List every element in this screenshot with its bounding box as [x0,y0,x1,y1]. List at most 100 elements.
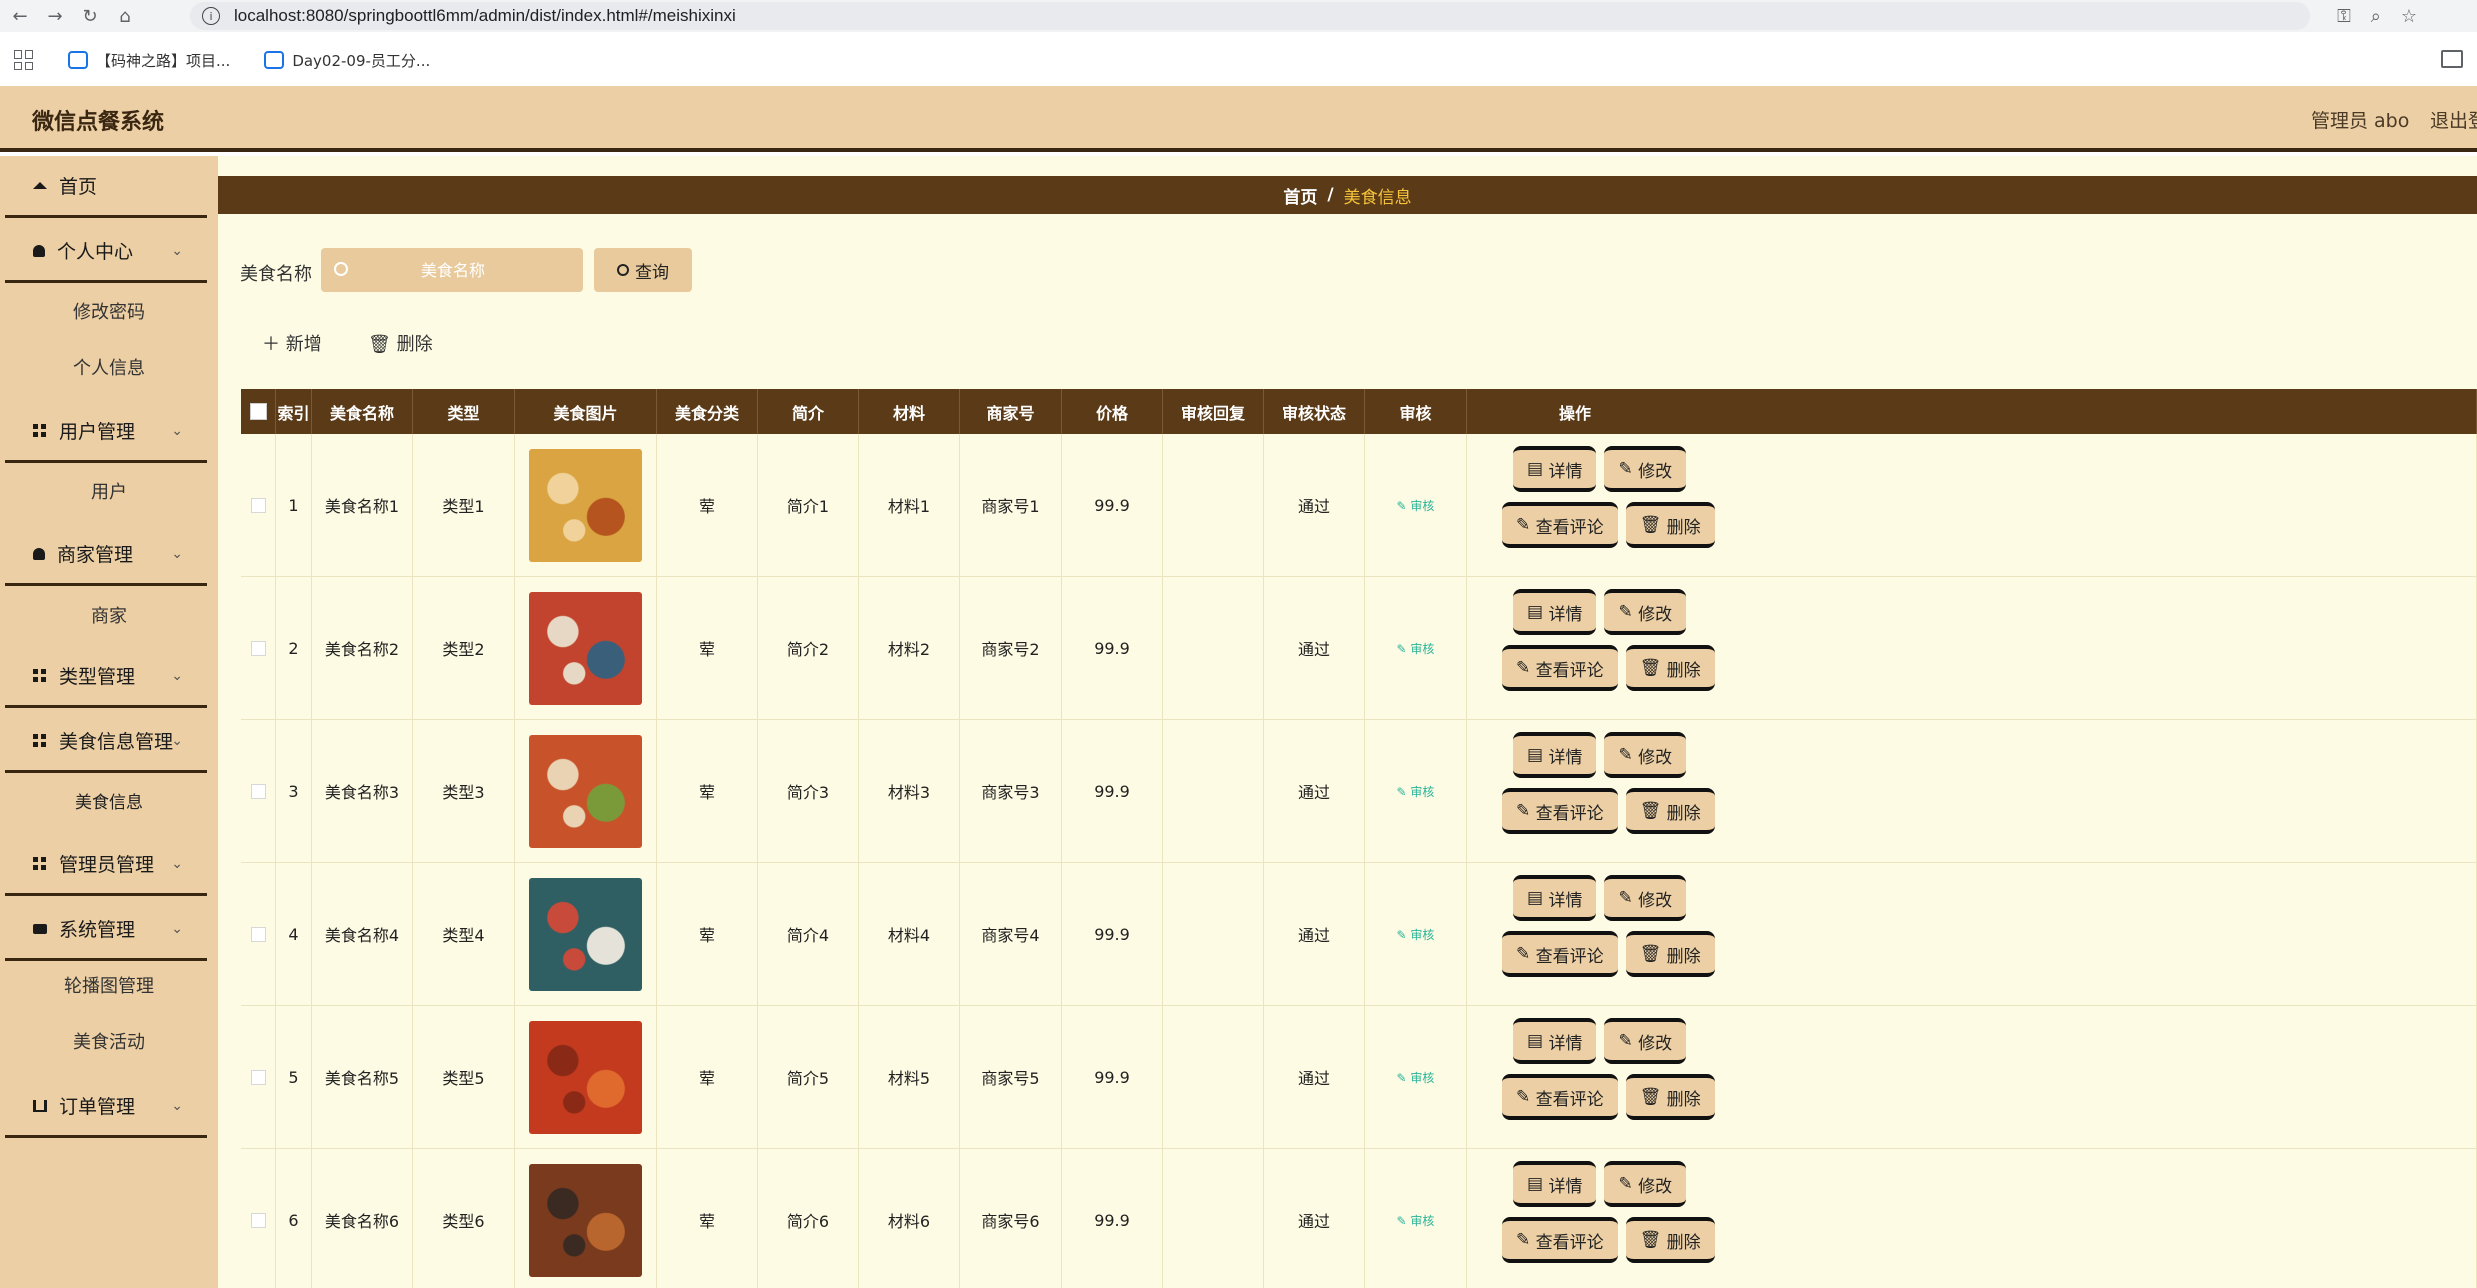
food-table: 索引 美食名称 类型 美食图片 美食分类 简介 材料 商家号 价格 审核回复 审… [241,389,2477,1288]
sidebar-item-profile[interactable]: 个人信息 [0,354,218,380]
edit-button[interactable]: ✎ 修改 [1604,589,1687,635]
key-icon[interactable]: ⚿ [2337,6,2351,27]
sidebar-item-food-info[interactable]: 美食信息 [0,788,218,813]
folder-icon[interactable] [2441,50,2463,68]
edit-button[interactable]: ✎ 修改 [1604,732,1687,778]
edit-icon: ✎ [1516,944,1536,964]
cell-status: 通过 [1264,863,1365,1005]
food-image[interactable] [529,1163,642,1277]
edit-button[interactable]: ✎ 修改 [1604,1161,1687,1207]
view-comments-button[interactable]: ✎ 查看评论 [1502,1074,1618,1120]
edit-icon: ✎ [1618,1031,1639,1051]
chevron-down-icon: ⌄ [171,243,183,259]
detail-button[interactable]: ▤ 详情 [1513,589,1597,635]
detail-button[interactable]: ▤ 详情 [1513,1018,1597,1064]
delete-button[interactable]: 🗑 删除 [1625,788,1715,834]
actions-group: ▤ 详情 ✎ 修改 ✎ 查看评论 🗑 删除 [1467,1149,2477,1288]
logout-link[interactable]: 退出登 [2430,106,2477,133]
sidebar-group-merchants[interactable]: 商家管理 ⌄ [5,524,207,586]
row-checkbox[interactable] [250,926,266,942]
bookmark-item[interactable]: 【码神之路】项目... [68,50,230,71]
row-checkbox[interactable] [250,1069,266,1085]
sidebar-group-types[interactable]: 类型管理 ⌄ [5,646,207,708]
cell-status: 通过 [1264,720,1365,862]
delete-button[interactable]: 🗑 删除 [1625,502,1715,548]
sidebar-item-home[interactable]: 首页 [5,156,207,218]
row-select-cell [241,1149,276,1288]
sidebar-item-merchants[interactable]: 商家 [0,602,218,628]
delete-button[interactable]: 🗑 删除 [1625,931,1715,977]
bookmark-item[interactable]: Day02-09-员工分... [264,50,430,71]
sidebar: 首页 个人中心 ⌄ 修改密码 个人信息 用户管理 ⌄ 用户 商家管理 ⌄ 商家 … [0,156,218,1288]
sidebar-item-activities[interactable]: 美食活动 [0,1028,218,1054]
add-button[interactable]: ＋ 新增 [262,330,322,356]
view-comments-button[interactable]: ✎ 查看评论 [1502,931,1618,977]
app-header: 微信点餐系统 管理员 abo 退出登 [0,86,2477,152]
sidebar-item-carousel[interactable]: 轮播图管理 [0,972,218,998]
apps-icon[interactable] [14,50,34,70]
actions-group: ▤ 详情 ✎ 修改 ✎ 查看评论 🗑 删除 [1467,577,2477,720]
cell-material: 材料3 [859,720,960,862]
view-comments-button[interactable]: ✎ 查看评论 [1502,502,1618,548]
view-comments-button[interactable]: ✎ 查看评论 [1502,788,1618,834]
delete-button[interactable]: 🗑 删除 [1625,1217,1715,1263]
sidebar-group-personal[interactable]: 个人中心 ⌄ [5,221,207,283]
food-image[interactable] [529,591,642,705]
chevron-down-icon: ⌄ [171,733,183,749]
home-icon[interactable]: ⌂ [110,1,140,31]
detail-button[interactable]: ▤ 详情 [1513,875,1597,921]
query-button[interactable]: 查询 [594,248,692,292]
address-bar[interactable]: i localhost:8080/springboottl6mm/admin/d… [190,2,2310,30]
actions-cell: ▤ 详情 ✎ 修改 ✎ 查看评论 🗑 删除 [1467,577,2477,719]
search-input[interactable] [321,248,583,292]
food-image[interactable] [529,877,642,991]
breadcrumb-home[interactable]: 首页 [1283,183,1317,208]
detail-button[interactable]: ▤ 详情 [1513,446,1597,492]
cell-material: 材料4 [859,863,960,1005]
row-checkbox[interactable] [250,640,266,656]
sidebar-item-change-password[interactable]: 修改密码 [0,298,218,324]
batch-delete-button[interactable]: 🗑 删除 [368,330,433,356]
cell-category: 荤 [657,863,758,1005]
food-image[interactable] [529,734,642,848]
detail-button[interactable]: ▤ 详情 [1513,732,1597,778]
audit-link[interactable]: ✎ 审核 [1397,926,1435,943]
edit-button[interactable]: ✎ 修改 [1604,875,1687,921]
detail-button[interactable]: ▤ 详情 [1513,1161,1597,1207]
cell-idx: 3 [276,720,312,862]
sidebar-group-users[interactable]: 用户管理 ⌄ [5,401,207,463]
column-header: 美食名称 [312,389,413,434]
food-image[interactable] [529,448,642,562]
edit-button[interactable]: ✎ 修改 [1604,1018,1687,1064]
sidebar-group-orders[interactable]: 订单管理 ⌄ [5,1076,207,1138]
audit-link[interactable]: ✎ 审核 [1397,1212,1435,1229]
select-all-checkbox[interactable] [249,403,267,420]
food-image[interactable] [529,1020,642,1134]
reload-icon[interactable]: ↻ [75,1,105,31]
edit-icon: ✎ [1618,745,1639,765]
row-checkbox[interactable] [250,497,266,513]
row-checkbox[interactable] [250,783,266,799]
back-icon[interactable]: ← [5,1,35,31]
sidebar-group-food[interactable]: 美食信息管理 ⌄ [5,711,207,773]
sidebar-group-admins[interactable]: 管理员管理 ⌄ [5,834,207,896]
audit-link[interactable]: ✎ 审核 [1397,783,1435,800]
sidebar-item-users[interactable]: 用户 [0,478,218,504]
forward-icon[interactable]: → [40,1,70,31]
chevron-down-icon: ⌄ [171,856,183,872]
bookmark-icon [68,51,88,69]
view-comments-button[interactable]: ✎ 查看评论 [1502,1217,1618,1263]
row-checkbox[interactable] [250,1212,266,1228]
sidebar-group-system[interactable]: 系统管理 ⌄ [5,899,207,961]
delete-button[interactable]: 🗑 删除 [1625,1074,1715,1120]
cell-reply [1163,1006,1264,1148]
delete-button[interactable]: 🗑 删除 [1625,645,1715,691]
star-icon[interactable]: ☆ [2401,6,2417,27]
audit-link[interactable]: ✎ 审核 [1397,497,1435,514]
edit-button[interactable]: ✎ 修改 [1604,446,1687,492]
audit-link[interactable]: ✎ 审核 [1397,640,1435,657]
view-comments-button[interactable]: ✎ 查看评论 [1502,645,1618,691]
zoom-icon[interactable]: ⌕ [2371,6,2381,27]
site-info-icon[interactable]: i [202,7,220,25]
audit-link[interactable]: ✎ 审核 [1397,1069,1435,1086]
